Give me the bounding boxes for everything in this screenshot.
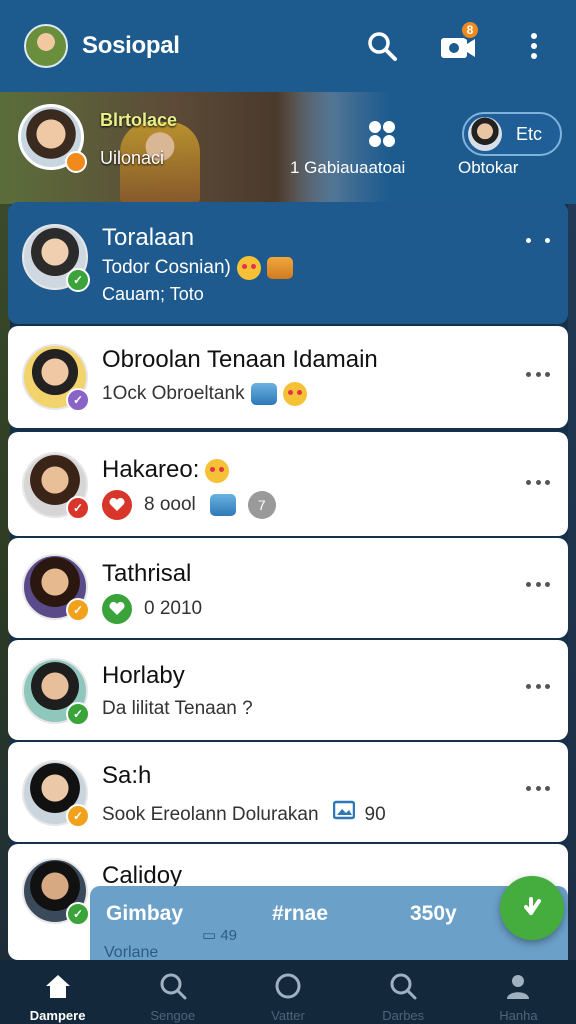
chat-item[interactable]: ✓ Sa:h Sook Ereolann Dolurakan 90 bbox=[8, 742, 568, 842]
more-horiz-icon[interactable] bbox=[526, 582, 550, 588]
pinwheel-icon[interactable] bbox=[366, 118, 398, 155]
nav-label: Darbes bbox=[382, 1008, 425, 1023]
chat-name: Obroolan Tenaan Idamain bbox=[102, 346, 378, 373]
chat-name: Toralaan bbox=[102, 224, 195, 251]
status-check-icon: ✓ bbox=[66, 804, 90, 828]
chat-preview: Todor Cosnian) bbox=[102, 256, 293, 280]
chat-subline: Cauam; Toto bbox=[102, 284, 204, 304]
story-status-dot bbox=[65, 151, 87, 173]
circle-icon bbox=[275, 973, 301, 999]
chat-item[interactable]: ✓ Hakareo: 8 oool 7 bbox=[8, 432, 568, 536]
top-actions: 8 bbox=[364, 20, 552, 64]
avatar: ✓ bbox=[22, 554, 90, 622]
home-icon bbox=[45, 975, 70, 998]
chat-item[interactable]: ✓ Tathrisal 0 2010 bbox=[8, 538, 568, 638]
heart-eyes-emoji-icon bbox=[282, 382, 307, 406]
chat-preview: Sook Ereolann Dolurakan 90 bbox=[102, 800, 386, 826]
compose-count: ▭ 49 bbox=[202, 927, 238, 944]
chat-meta: 0 2010 bbox=[102, 594, 202, 624]
compose-hashtag[interactable]: #rnae bbox=[272, 902, 328, 926]
count-badge: 7 bbox=[247, 491, 276, 519]
more-horiz-icon[interactable] bbox=[526, 786, 550, 792]
heart-icon bbox=[102, 490, 132, 520]
compose-label-a: Gimbay bbox=[106, 902, 184, 925]
search-icon bbox=[160, 973, 187, 1000]
chat-name: Horlaby bbox=[102, 662, 185, 689]
nav-profile[interactable]: Hanha bbox=[461, 960, 576, 1024]
more-horiz-icon[interactable] bbox=[526, 372, 550, 378]
avatar: ✓ bbox=[22, 858, 90, 926]
chat-item[interactable]: ✓ Obroolan Tenaan Idamain 1Ock Obroeltan… bbox=[8, 326, 568, 428]
profile-avatar[interactable] bbox=[24, 24, 68, 68]
arrow-down-check-icon bbox=[524, 897, 541, 915]
search-icon[interactable] bbox=[364, 28, 400, 64]
status-check-icon: ✓ bbox=[66, 702, 90, 726]
sticker-icon bbox=[266, 257, 293, 279]
banner-title: Blrtolace bbox=[100, 110, 178, 130]
chat-item[interactable]: ✓ Horlaby Da lilitat Tenaan ? bbox=[8, 640, 568, 740]
status-check-icon: ✓ bbox=[66, 598, 90, 622]
chat-name: Sa:h bbox=[102, 762, 152, 789]
avatar: ✓ bbox=[22, 344, 90, 412]
compose-label-c: 350y bbox=[410, 902, 457, 925]
avatar: ✓ bbox=[22, 658, 90, 726]
more-vert-icon[interactable] bbox=[516, 28, 552, 64]
avatar: ✓ bbox=[22, 452, 90, 520]
nav-label: Hanha bbox=[499, 1008, 538, 1023]
compose-fab-button[interactable] bbox=[500, 876, 564, 940]
camera-icon[interactable]: 8 bbox=[440, 20, 480, 64]
nav-label: Dampere bbox=[29, 1008, 86, 1023]
more-horiz-icon[interactable] bbox=[526, 238, 550, 244]
notification-badge: 8 bbox=[460, 20, 480, 40]
app-title: Sosiopal bbox=[82, 32, 180, 59]
banner-middle-label: 1 Gabiauaatoai bbox=[290, 158, 406, 177]
status-check-icon: ✓ bbox=[66, 388, 90, 412]
nav-home[interactable]: Dampere bbox=[0, 960, 115, 1024]
nav-label: Vatter bbox=[271, 1008, 305, 1023]
nav-discover[interactable]: Darbes bbox=[346, 960, 461, 1024]
story-banner[interactable]: Blrtolace Uilonaci 1 Gabiauaatoai Etc Ob… bbox=[0, 92, 576, 204]
image-icon bbox=[332, 800, 355, 826]
quick-compose-bar[interactable]: Gimbay #rnae 350y ▭ 49 Vorlane bbox=[90, 886, 568, 961]
status-check-icon: ✓ bbox=[66, 268, 90, 292]
chat-name: Tathrisal bbox=[102, 560, 192, 587]
chat-preview: Da lilitat Tenaan ? bbox=[102, 698, 253, 719]
avatar: ✓ bbox=[22, 760, 90, 828]
story-pill[interactable]: Etc bbox=[462, 112, 562, 156]
avatar: ✓ bbox=[22, 224, 90, 292]
sticker-icon bbox=[250, 383, 277, 405]
search-icon bbox=[390, 973, 417, 1000]
top-bar: Sosiopal 8 bbox=[0, 0, 576, 92]
story-avatar[interactable] bbox=[18, 104, 87, 173]
person-icon bbox=[507, 975, 530, 999]
heart-icon bbox=[102, 594, 132, 624]
chat-name: Hakareo: bbox=[102, 456, 230, 484]
status-check-icon: ✓ bbox=[66, 902, 90, 926]
chat-item[interactable]: ✓ Toralaan Todor Cosnian) Cauam; Toto bbox=[8, 202, 568, 324]
banner-subtitle: Uilonaci bbox=[100, 148, 165, 168]
pill-text: Etc bbox=[516, 123, 543, 144]
chat-meta: 8 oool 7 bbox=[102, 490, 276, 520]
nav-label: Sengoe bbox=[150, 1008, 196, 1023]
smile-emoji-icon bbox=[205, 458, 230, 483]
more-horiz-icon[interactable] bbox=[526, 684, 550, 690]
status-check-icon: ✓ bbox=[66, 496, 90, 520]
sticker-icon bbox=[209, 494, 236, 516]
chat-preview: 1Ock Obroeltank bbox=[102, 382, 307, 406]
bottom-nav: Dampere Sengoe Vatter Darbes Hanha bbox=[0, 960, 576, 1024]
nav-search[interactable]: Sengoe bbox=[115, 960, 230, 1024]
heart-eyes-emoji-icon bbox=[236, 256, 261, 280]
nav-circle[interactable]: Vatter bbox=[230, 960, 345, 1024]
pill-avatar bbox=[468, 117, 502, 151]
more-horiz-icon[interactable] bbox=[526, 480, 550, 486]
pill-label: Obtokar bbox=[458, 158, 519, 177]
